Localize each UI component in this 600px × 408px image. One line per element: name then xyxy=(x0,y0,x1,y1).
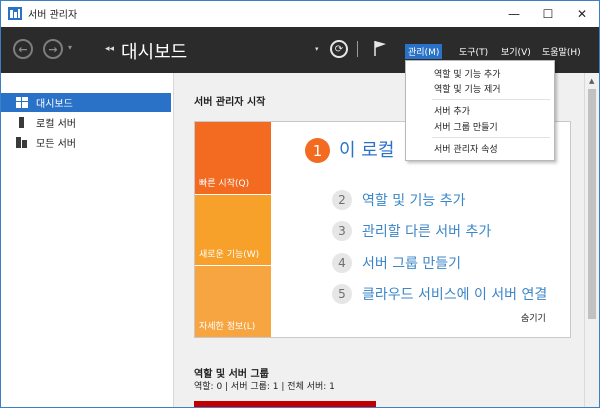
server-manager-app-icon xyxy=(8,7,22,20)
dashboard-grid-icon xyxy=(16,97,28,108)
breadcrumb-dropdown-icon[interactable]: ▾ xyxy=(315,45,319,53)
forward-button[interactable]: → xyxy=(43,39,63,59)
back-button[interactable]: ← xyxy=(13,39,33,59)
welcome-section-title: 서버 관리자 시작 xyxy=(194,97,266,108)
title-bar: 서버 관리자 — ☐ ✕ xyxy=(1,1,599,27)
menu-item-create-group[interactable]: 서버 그룹 만들기 xyxy=(434,120,498,133)
tile-label: 새로운 기능(W) xyxy=(199,250,260,260)
hide-link[interactable]: 숨기기 xyxy=(521,311,546,324)
manage-dropdown-menu: 역할 및 기능 추가 역할 및 기능 제거 서버 추가 서버 그룹 만들기 서버… xyxy=(405,60,555,161)
refresh-icon: ⟳ xyxy=(334,43,344,55)
step-add-roles-link[interactable]: 역할 및 기능 추가 xyxy=(362,190,466,210)
sidebar: 대시보드 로컬 서버 모든 서버 xyxy=(1,73,174,407)
sidebar-item-label: 대시보드 xyxy=(36,99,73,110)
menu-item-add-servers[interactable]: 서버 추가 xyxy=(434,104,470,117)
sidebar-item-label: 모든 서버 xyxy=(36,139,76,150)
menu-help[interactable]: 도움말(H) xyxy=(539,44,584,59)
servers-icon xyxy=(16,137,27,148)
notifications-flag-icon[interactable] xyxy=(373,40,387,56)
step-2-number: 2 xyxy=(332,190,352,210)
menu-separator xyxy=(432,99,550,100)
breadcrumb-arrows-icon: ◂◂ xyxy=(105,44,115,54)
server-manager-window: 서버 관리자 — ☐ ✕ ← → ▾ ◂◂ 대시보드 ▾ ⟳ 관리(M) 도구(… xyxy=(0,0,600,408)
menu-view[interactable]: 보기(V) xyxy=(498,44,534,59)
maximize-button[interactable]: ☐ xyxy=(531,1,565,27)
menu-item-add-roles[interactable]: 역할 및 기능 추가 xyxy=(434,67,501,80)
menu-item-remove-roles[interactable]: 역할 및 기능 제거 xyxy=(434,82,501,95)
tile-label: 자세한 정보(L) xyxy=(199,322,256,332)
server-icon xyxy=(19,117,24,128)
menu-tools[interactable]: 도구(T) xyxy=(456,44,491,59)
step-add-servers-link[interactable]: 관리할 다른 서버 추가 xyxy=(362,221,491,241)
tile-quick-start[interactable]: 빠른 시작(Q) xyxy=(195,122,271,194)
page-title: 대시보드 xyxy=(121,42,188,63)
window-title: 서버 관리자 xyxy=(28,10,78,21)
refresh-button[interactable]: ⟳ xyxy=(330,40,348,58)
step-connect-cloud-link[interactable]: 클라우드 서비스에 이 서버 연결 xyxy=(362,284,547,304)
step-create-group-link[interactable]: 서버 그룹 만들기 xyxy=(362,253,461,273)
roles-section-title: 역할 및 서버 그룹 xyxy=(194,369,269,380)
sidebar-item-all-servers[interactable]: 모든 서버 xyxy=(1,133,171,152)
step-3-number: 3 xyxy=(332,221,352,241)
sidebar-item-label: 로컬 서버 xyxy=(36,119,76,130)
tile-learn-more[interactable]: 자세한 정보(L) xyxy=(195,266,271,337)
roles-stats: 역할: 0 | 서버 그룹: 1 | 전체 서버: 1 xyxy=(194,382,335,392)
menu-manage[interactable]: 관리(M) xyxy=(405,44,443,59)
alert-tile-header[interactable] xyxy=(194,401,376,407)
tile-whats-new[interactable]: 새로운 기능(W) xyxy=(195,195,271,265)
sidebar-item-dashboard[interactable]: 대시보드 xyxy=(1,93,171,112)
minimize-button[interactable]: — xyxy=(497,1,531,27)
menu-separator xyxy=(432,137,550,138)
back-arrow-icon: ← xyxy=(18,42,28,56)
step-1-number: 1 xyxy=(305,138,330,163)
step-1-link[interactable]: 이 로컬 xyxy=(339,136,394,162)
toolbar-separator xyxy=(357,41,358,57)
close-button[interactable]: ✕ xyxy=(565,1,599,27)
tile-label: 빠른 시작(Q) xyxy=(199,179,250,189)
scrollbar-thumb[interactable] xyxy=(588,89,596,319)
forward-arrow-icon: → xyxy=(48,42,58,56)
menu-item-properties[interactable]: 서버 관리자 속성 xyxy=(434,142,498,155)
step-4-number: 4 xyxy=(332,253,352,273)
vertical-scrollbar[interactable]: ▲ xyxy=(584,73,599,407)
scroll-up-icon[interactable]: ▲ xyxy=(589,77,594,85)
step-5-number: 5 xyxy=(332,284,352,304)
sidebar-item-local-server[interactable]: 로컬 서버 xyxy=(1,113,171,132)
history-dropdown-icon[interactable]: ▾ xyxy=(68,43,72,52)
